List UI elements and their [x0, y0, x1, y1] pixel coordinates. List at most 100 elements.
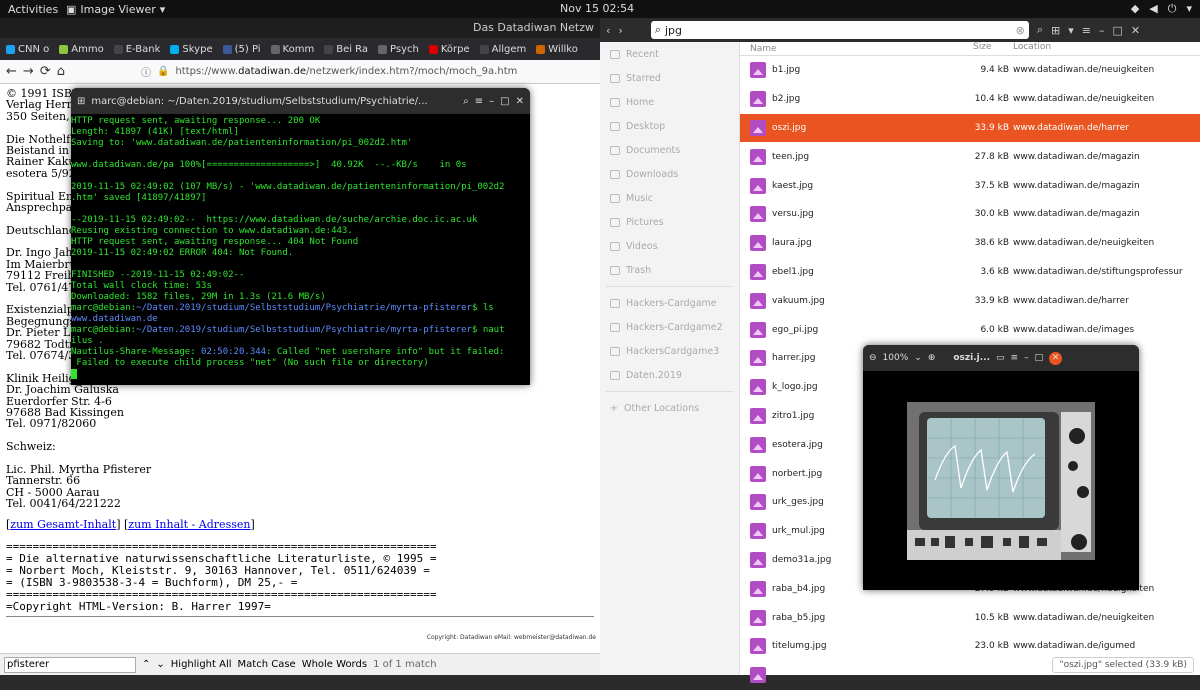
file-row[interactable]: kaest.jpg 37.5 kB www.datadiwan.de/magazin — [740, 171, 1200, 200]
sidebar-item-desktop[interactable]: Desktop — [600, 114, 739, 138]
sidebar-bookmark[interactable]: Hackers-Cardgame2 — [600, 315, 739, 339]
file-row[interactable]: laura.jpg 38.6 kB www.datadiwan.de/neuigke… — [740, 229, 1200, 258]
maximize-icon[interactable]: □ — [1035, 353, 1044, 363]
maximize-icon[interactable]: □ — [1112, 24, 1122, 37]
zoom-out-icon[interactable]: ⊖ — [869, 353, 877, 363]
terminal-output[interactable]: HTTP request sent, awaiting response... … — [71, 114, 530, 381]
back-icon[interactable]: ← — [6, 64, 17, 79]
file-row[interactable]: b2.jpg 10.4 kB www.datadiwan.de/neuigkeite… — [740, 85, 1200, 114]
image-file-icon — [750, 667, 766, 684]
clear-icon[interactable]: ⊗ — [1016, 24, 1025, 37]
browser-tab[interactable]: Körpe — [425, 38, 474, 60]
match-case-checkbox[interactable]: Match Case — [238, 659, 296, 670]
file-row[interactable]: b1.jpg 9.4 kB www.datadiwan.de/neuigkeiten — [740, 56, 1200, 85]
sidebar-item-documents[interactable]: Documents — [600, 138, 739, 162]
link-inhalt-adressen[interactable]: zum Inhalt - Adressen — [128, 518, 250, 531]
browser-tab[interactable]: Ammo — [55, 38, 107, 60]
column-name[interactable]: Name — [740, 42, 973, 55]
browser-tab[interactable]: Allgem — [476, 38, 531, 60]
new-tab-icon[interactable]: ⊞ — [77, 96, 85, 107]
gallery-icon[interactable]: ▭ — [996, 353, 1005, 363]
minimize-icon[interactable]: – — [489, 96, 494, 107]
sidebar-item-trash[interactable]: Trash — [600, 258, 739, 282]
url-bar[interactable]: ⓘ 🔒 https://www.datadiwan.de/netzwerk/inde… — [141, 64, 517, 79]
menu-icon[interactable]: ≡ — [475, 96, 483, 107]
terminal-lines: HTTP request sent, awaiting response... … — [71, 116, 530, 303]
sidebar-item-recent[interactable]: Recent — [600, 42, 739, 66]
sidebar-item-starred[interactable]: Starred — [600, 66, 739, 90]
column-location[interactable]: Location — [1013, 42, 1200, 55]
file-size: 9.4 kB — [980, 65, 1009, 76]
file-name-cell: b1.jpg — [740, 62, 973, 79]
clock[interactable]: Nov 15 02:54 — [560, 2, 634, 15]
view-options-icon[interactable]: ▾ — [1068, 24, 1074, 37]
forward-icon[interactable]: › — [618, 24, 622, 37]
image-file-icon — [750, 551, 766, 568]
file-name-cell: oszi.jpg — [740, 119, 973, 136]
sidebar-item-downloads[interactable]: Downloads — [600, 162, 739, 186]
search-toggle-icon[interactable]: ⌕ — [1037, 23, 1043, 37]
browser-tab[interactable]: Bei Ra — [320, 38, 372, 60]
forward-icon[interactable]: → — [23, 64, 34, 79]
zoom-in-icon[interactable]: ⊕ — [928, 353, 936, 363]
image-file-icon — [750, 465, 766, 482]
search-input[interactable]: ⌕ jpg ⊗ — [650, 21, 1029, 39]
reload-icon[interactable]: ⟳ — [40, 64, 51, 79]
browser-tab[interactable]: Komm — [267, 38, 319, 60]
file-name: demo31a.jpg — [772, 554, 832, 565]
file-row[interactable]: ego_pi.jpg 6.0 kB www.datadiwan.de/images — [740, 315, 1200, 344]
link-gesamt-inhalt[interactable]: zum Gesamt-Inhalt — [10, 518, 116, 531]
file-row[interactable]: vakuum.jpg 33.9 kB www.datadiwan.de/harrer — [740, 286, 1200, 315]
prompt-line: marc@debian:~/Daten.2019/studium/Selbsts… — [71, 325, 530, 336]
whole-words-checkbox[interactable]: Whole Words — [302, 659, 367, 670]
minimize-icon[interactable]: – — [1024, 353, 1029, 363]
sidebar-item-pictures[interactable]: Pictures — [600, 210, 739, 234]
message-text: : Called "net usershare info" but it fai… — [266, 347, 505, 357]
find-next-icon[interactable]: ⌄ — [156, 659, 164, 670]
sidebar-item-home[interactable]: Home — [600, 90, 739, 114]
activities-button[interactable]: Activities — [8, 3, 66, 16]
close-icon[interactable]: ✕ — [516, 96, 524, 107]
close-icon[interactable]: ✕ — [1049, 351, 1063, 365]
file-row[interactable]: ebel1.jpg 3.6 kB www.datadiwan.de/stiftung… — [740, 258, 1200, 287]
file-row[interactable]: teen.jpg 27.8 kB www.datadiwan.de/magazin — [740, 142, 1200, 171]
file-row[interactable]: raba_b5.jpg 10.5 kB www.datadiwan.de/neuig… — [740, 603, 1200, 632]
sidebar-item-other-locations[interactable]: + Other Locations — [600, 396, 739, 420]
zoom-level[interactable]: 100% — [883, 353, 909, 363]
menu-icon[interactable]: ≡ — [1082, 24, 1091, 37]
close-icon[interactable]: ✕ — [1131, 24, 1140, 37]
sidebar-item-label: Videos — [626, 240, 658, 252]
app-menu[interactable]: ▣ Image Viewer ▾ — [66, 3, 165, 16]
file-row[interactable]: versu.jpg 30.0 kB www.datadiwan.de/magazin — [740, 200, 1200, 229]
menu-icon[interactable]: ≡ — [1011, 353, 1019, 363]
file-row[interactable]: oszi.jpg 33.9 kB www.datadiwan.de/harrer — [740, 113, 1200, 143]
minimize-icon[interactable]: – — [1099, 24, 1105, 37]
find-prev-icon[interactable]: ⌃ — [142, 659, 150, 670]
browser-tab[interactable]: Psych — [374, 38, 423, 60]
tab-label: Psych — [390, 43, 419, 55]
home-icon[interactable]: ⌂ — [57, 64, 65, 79]
browser-tab[interactable]: E-Bank — [110, 38, 165, 60]
sidebar-item-label: Hackers-Cardgame2 — [626, 321, 723, 333]
sidebar-bookmark[interactable]: Daten.2019 — [600, 363, 739, 387]
browser-tab[interactable]: (5) Pi — [219, 38, 265, 60]
search-icon[interactable]: ⌕ — [463, 96, 469, 107]
browser-tab[interactable]: CNN o — [2, 38, 53, 60]
browser-tab[interactable]: Willko — [532, 38, 582, 60]
back-icon[interactable]: ‹ — [606, 24, 610, 37]
find-input[interactable] — [4, 656, 136, 673]
file-name: raba_b4.jpg — [772, 583, 826, 594]
sidebar-bookmark[interactable]: Hackers-Cardgame — [600, 291, 739, 315]
sidebar-bookmark[interactable]: HackersCardgame3 — [600, 339, 739, 363]
column-size[interactable]: Size — [973, 42, 1013, 55]
system-tray[interactable]: ◆ ◀ ⏻ ▾ — [1131, 2, 1192, 16]
sidebar-item-videos[interactable]: Videos — [600, 234, 739, 258]
maximize-icon[interactable]: □ — [500, 96, 509, 107]
oscilloscope-image — [907, 402, 1095, 560]
image-file-icon — [750, 235, 766, 252]
view-grid-icon[interactable]: ⊞ — [1051, 24, 1060, 37]
highlight-all-checkbox[interactable]: Highlight All — [171, 659, 232, 670]
chevron-down-icon[interactable]: ⌄ — [914, 353, 922, 363]
sidebar-item-music[interactable]: Music — [600, 186, 739, 210]
browser-tab[interactable]: Skype — [166, 38, 216, 60]
